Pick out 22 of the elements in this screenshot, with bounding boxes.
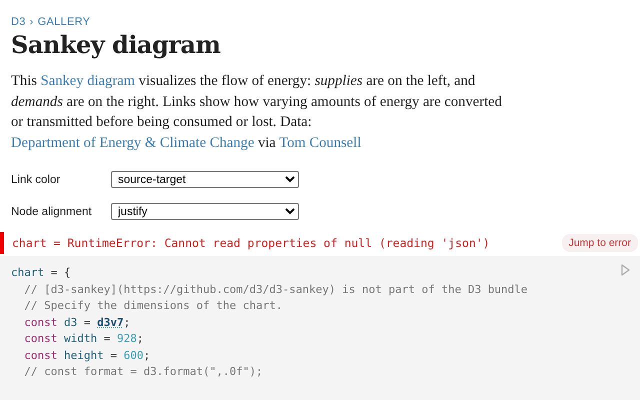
dropdown-select[interactable]: source-target [111, 171, 299, 188]
error-message: chart = RuntimeError: Cannot read properties of null (reading 'json') [12, 236, 490, 250]
jump-to-error-button[interactable]: Jump to error [562, 234, 638, 252]
control-label: Link color [11, 174, 62, 186]
text-link[interactable]: Sankey diagram [40, 73, 136, 89]
page-title: Sankey diagram [11, 30, 222, 59]
text-link[interactable]: Tom Counsell [279, 134, 362, 150]
dropdown-select[interactable]: justify [111, 203, 299, 220]
play-icon[interactable] [621, 264, 630, 276]
text-link[interactable]: Department of Energy & Climate Change [11, 134, 254, 150]
breadcrumb-separator: › [30, 16, 34, 28]
code-line: // [d3-sankey](https://github.com/d3/d3-sankey) is not part of the D3 bundle [24, 282, 528, 298]
code-line: const d3 = d3v7; [24, 314, 130, 330]
code-line: chart = { [11, 265, 71, 281]
code-line: // const format = d3.format(",.0f"); [24, 364, 263, 380]
code-line: // Specify the dimensions of the chart. [24, 298, 283, 314]
description-paragraph: This Sankey diagram visualizes the flow of energy: supplies are on the left, and demands are on the right. Links show how varying amounts of energy are converted or transmitted before being consumed or lost. Data: Department of Energy & Climate Change via Tom Counsell [11, 72, 503, 152]
breadcrumb-link[interactable]: GALLERY [38, 16, 90, 28]
control-label: Node alignment [11, 206, 93, 218]
code-line: const width = 928; [24, 331, 144, 347]
breadcrumb-link[interactable]: D3 [11, 16, 26, 28]
code-line: const height = 600; [24, 348, 150, 364]
